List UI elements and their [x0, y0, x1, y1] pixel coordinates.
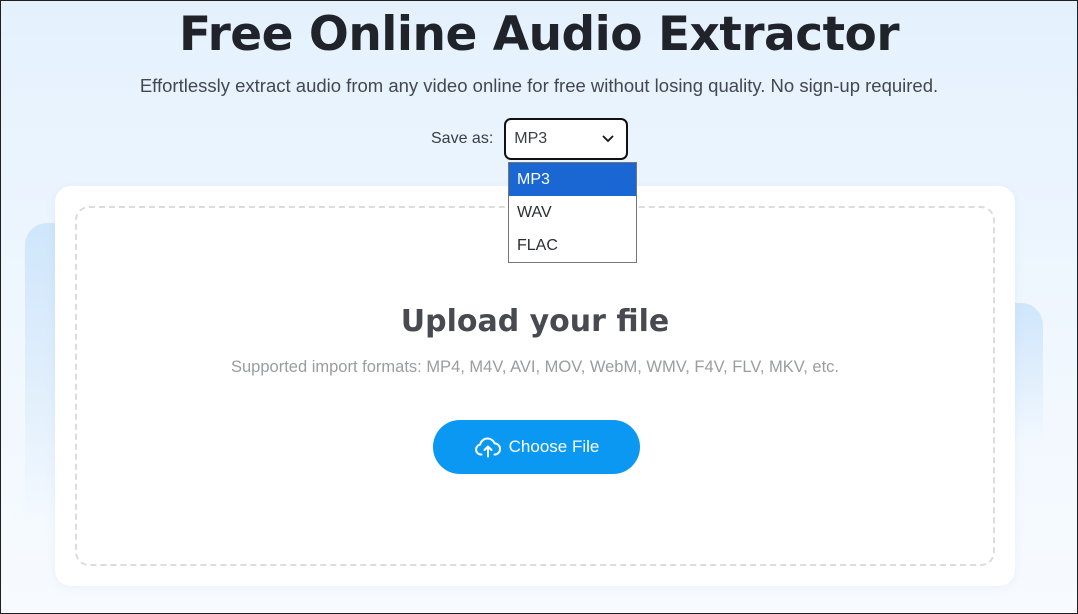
format-option-mp3[interactable]: MP3	[509, 163, 636, 196]
format-dropdown-list: MP3 WAV FLAC	[508, 162, 637, 263]
chevron-down-icon	[602, 133, 614, 145]
format-option-wav[interactable]: WAV	[509, 196, 636, 229]
supported-formats: Supported import formats: MP4, M4V, AVI,…	[230, 358, 839, 376]
choose-file-label: Choose File	[508, 437, 600, 456]
format-option-flac[interactable]: FLAC	[509, 229, 636, 262]
upload-title: Upload your file	[400, 304, 670, 339]
format-select-value: MP3	[514, 130, 548, 147]
page-subtitle: Effortlessly extract audio from any vide…	[139, 75, 939, 96]
save-as-row: Save as: MP3	[431, 116, 629, 162]
page-title: Free Online Audio Extractor	[178, 7, 900, 62]
save-as-label: Save as:	[431, 130, 494, 147]
cloud-upload-icon	[474, 436, 502, 458]
choose-file-button[interactable]: Choose File	[433, 420, 640, 474]
format-select[interactable]: MP3	[504, 118, 629, 160]
